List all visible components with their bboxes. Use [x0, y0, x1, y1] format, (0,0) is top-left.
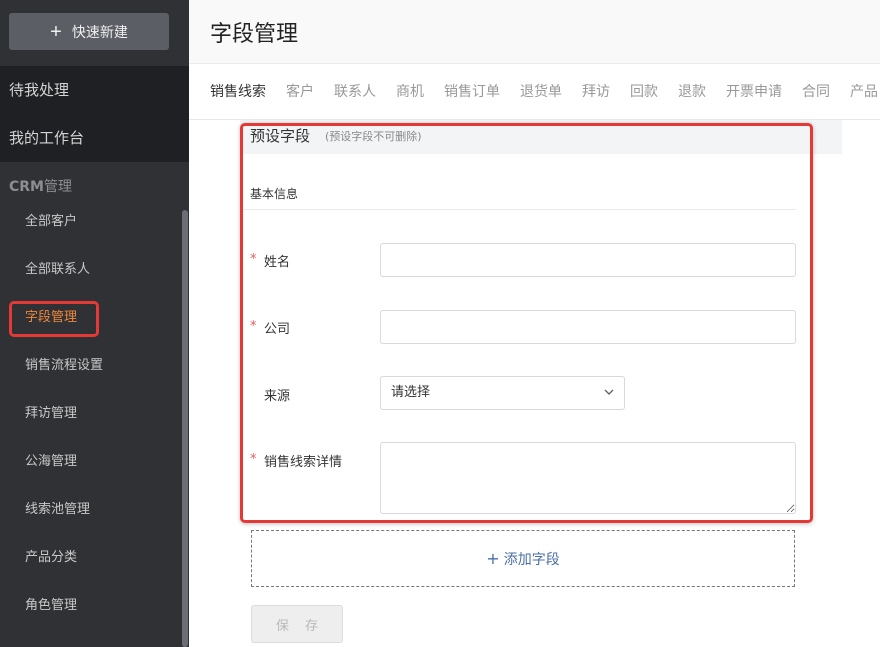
page-header: 字段管理 — [189, 0, 880, 64]
tab-refunds[interactable]: 退款 — [668, 64, 716, 119]
save-button[interactable]: 保 存 — [251, 605, 343, 643]
tab-products[interactable]: 产品 — [840, 64, 880, 119]
tab-contracts[interactable]: 合同 — [792, 64, 840, 119]
nav-item-pending[interactable]: 待我处理 — [0, 66, 189, 114]
sidebar-item-lead-pool[interactable]: 线索池管理 — [0, 486, 182, 534]
add-field-button[interactable]: + 添加字段 — [251, 530, 795, 587]
sidebar: + 快速新建 待我处理 我的工作台 CRM管理 全部客户 全部联系人 字段管理 … — [0, 0, 189, 647]
tab-invoice-requests[interactable]: 开票申请 — [716, 64, 792, 119]
crm-section-header: CRM管理 — [9, 176, 72, 196]
nav-item-workbench[interactable]: 我的工作台 — [0, 114, 189, 162]
sidebar-item-sales-process[interactable]: 销售流程设置 — [0, 342, 182, 390]
crm-prefix: CRM — [9, 179, 44, 195]
sidebar-item-all-contacts[interactable]: 全部联系人 — [0, 246, 182, 294]
quick-new-label: 快速新建 — [71, 23, 128, 40]
sidebar-item-role-management[interactable]: 角色管理 — [0, 582, 182, 630]
page-title: 字段管理 — [210, 22, 299, 47]
tab-opportunities[interactable]: 商机 — [386, 64, 434, 119]
crm-menu: 全部客户 全部联系人 字段管理 销售流程设置 拜访管理 公海管理 线索池管理 产… — [0, 198, 182, 630]
add-field-label: 添加字段 — [503, 551, 560, 568]
main-content: 字段管理 销售线索 客户 联系人 商机 销售订单 退货单 拜访 回款 退款 开票… — [189, 0, 880, 647]
sidebar-item-all-customers[interactable]: 全部客户 — [0, 198, 182, 246]
sidebar-item-visit-management[interactable]: 拜访管理 — [0, 390, 182, 438]
tab-contacts[interactable]: 联系人 — [324, 64, 386, 119]
sidebar-item-product-category[interactable]: 产品分类 — [0, 534, 182, 582]
preset-fields-highlight-box — [240, 123, 813, 523]
sidebar-scrollbar[interactable] — [182, 210, 188, 647]
plus-icon: + — [50, 20, 62, 43]
plus-icon: + — [486, 549, 500, 568]
tab-visits[interactable]: 拜访 — [572, 64, 620, 119]
top-nav-group: 待我处理 我的工作台 — [0, 66, 189, 162]
module-tabs: 销售线索 客户 联系人 商机 销售订单 退货单 拜访 回款 退款 开票申请 合同… — [189, 64, 880, 120]
tab-customers[interactable]: 客户 — [276, 64, 324, 119]
quick-new-button[interactable]: + 快速新建 — [9, 13, 169, 50]
tab-sales-orders[interactable]: 销售订单 — [434, 64, 510, 119]
crm-suffix: 管理 — [44, 179, 72, 195]
tab-sales-leads[interactable]: 销售线索 — [189, 64, 276, 119]
tab-payments[interactable]: 回款 — [620, 64, 668, 119]
tab-returns[interactable]: 退货单 — [510, 64, 572, 119]
sidebar-item-public-pool[interactable]: 公海管理 — [0, 438, 182, 486]
active-item-highlight — [9, 301, 99, 337]
